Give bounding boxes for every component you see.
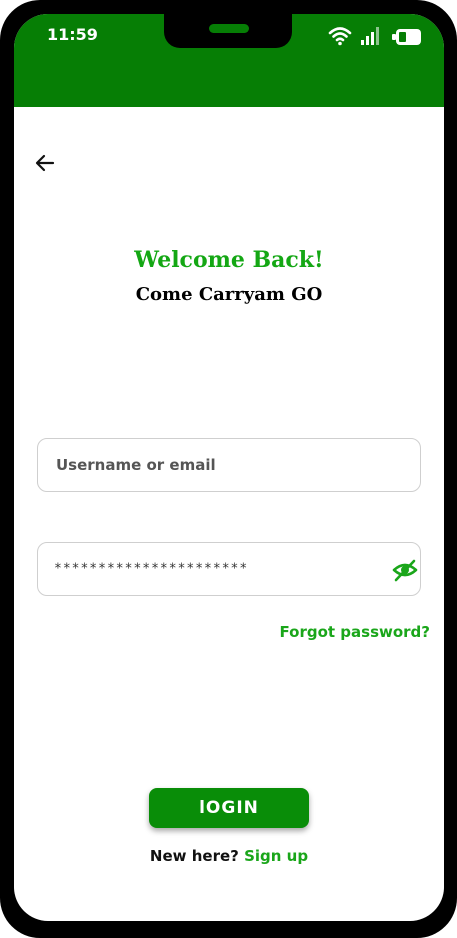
password-value: **********************	[54, 561, 249, 577]
phone-frame: 11:59 Welcome Back! Come Carryam GO User…	[0, 0, 457, 938]
back-button[interactable]	[34, 152, 56, 174]
username-placeholder: Username or email	[56, 456, 216, 474]
welcome-title: Welcome Back!	[134, 247, 324, 273]
signal-icon	[361, 27, 379, 45]
eye-off-icon[interactable]	[392, 557, 418, 583]
signup-link[interactable]: Sign up	[244, 847, 308, 865]
password-field[interactable]: **********************	[37, 542, 421, 596]
app-screen: 11:59 Welcome Back! Come Carryam GO User…	[14, 14, 444, 921]
wifi-icon	[328, 27, 352, 46]
status-icons	[324, 24, 444, 50]
username-field[interactable]: Username or email	[37, 438, 421, 492]
app-bar: 11:59	[14, 14, 444, 107]
camera-notch	[164, 14, 292, 48]
arrow-left-icon	[35, 154, 55, 172]
signup-prompt: New here?	[149, 847, 239, 865]
signup-prompt-line: New here? Sign up	[14, 847, 444, 865]
login-button[interactable]: lOGIN	[149, 788, 309, 828]
welcome-subtitle: Come Carryam GO	[135, 284, 323, 305]
forgot-password-link[interactable]: Forgot password?	[280, 623, 431, 641]
speaker-grill	[209, 24, 249, 33]
battery-icon	[392, 29, 421, 45]
status-time: 11:59	[47, 25, 98, 44]
